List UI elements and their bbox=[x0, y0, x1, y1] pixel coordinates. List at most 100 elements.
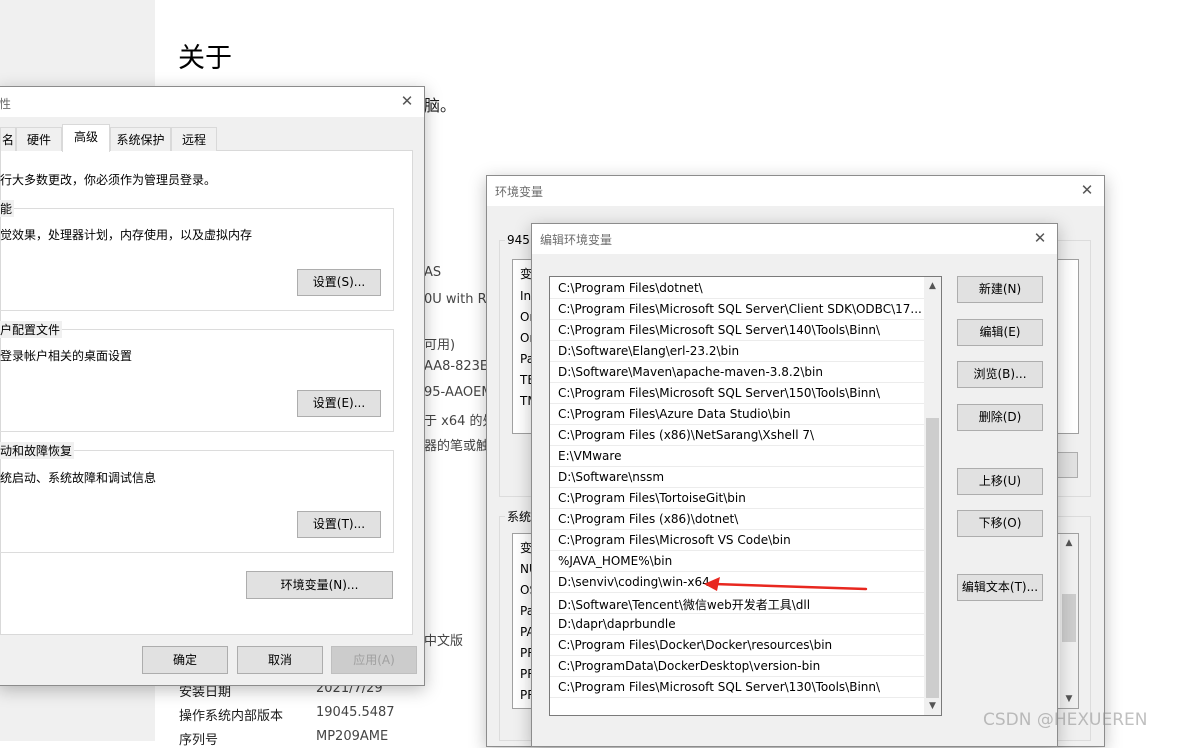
serial-label: 序列号 bbox=[179, 733, 219, 748]
os-build-value: 19045.5487 bbox=[316, 705, 395, 720]
system-variables-group-title: 系统 bbox=[505, 508, 534, 525]
path-list-item[interactable]: C:\Program Files\Azure Data Studio\bin bbox=[550, 404, 926, 425]
path-text: D:\dapr\daprbundle bbox=[558, 617, 676, 631]
path-list-item[interactable]: D:\dapr\daprbundle bbox=[550, 614, 926, 635]
scroll-down-icon[interactable]: ▼ bbox=[924, 701, 941, 711]
admin-note: 行大多数更改，你必须作为管理员登录。 bbox=[0, 173, 217, 187]
path-text: C:\Program Files\TortoiseGit\bin bbox=[558, 491, 746, 505]
spec-fragment: 器的笔或触 bbox=[424, 439, 490, 454]
spec-fragment: AA8-823E bbox=[424, 359, 489, 374]
cancel-button[interactable]: 取消 bbox=[237, 646, 323, 674]
path-list-item[interactable]: C:\Program Files\Microsoft VS Code\bin bbox=[550, 530, 926, 551]
new-button[interactable]: 新建(N) bbox=[957, 276, 1043, 303]
path-list-item[interactable]: C:\Program Files (x86)\dotnet\ bbox=[550, 509, 926, 530]
annotation-arrow-icon bbox=[704, 577, 868, 591]
tab-hardware[interactable]: 硬件 bbox=[16, 127, 62, 151]
scroll-down-icon[interactable]: ▼ bbox=[1060, 694, 1078, 704]
user-profiles-settings-button[interactable]: 设置(E)... bbox=[297, 390, 381, 417]
path-list-item[interactable]: %JAVA_HOME%\bin bbox=[550, 551, 926, 572]
performance-group-title: 能 bbox=[0, 200, 15, 217]
scroll-up-icon[interactable]: ▲ bbox=[924, 281, 941, 291]
scrollbar-thumb[interactable] bbox=[926, 418, 939, 698]
path-list-item[interactable]: C:\Program Files\Microsoft SQL Server\13… bbox=[550, 677, 926, 698]
path-text: %JAVA_HOME%\bin bbox=[558, 554, 673, 568]
path-list-item[interactable]: C:\Program Files\TortoiseGit\bin bbox=[550, 488, 926, 509]
path-text: C:\Program Files\Microsoft VS Code\bin bbox=[558, 533, 791, 547]
path-text: D:\senviv\coding\win-x64 bbox=[558, 575, 710, 589]
edit-environment-variable-titlebar: 编辑环境变量 ✕ bbox=[532, 224, 1057, 254]
list-item[interactable]: In bbox=[520, 289, 531, 303]
path-list-item[interactable]: C:\Program Files (x86)\NetSarang\Xshell … bbox=[550, 425, 926, 446]
startup-recovery-desc: 统启动、系统故障和调试信息 bbox=[0, 471, 157, 485]
spec-fragment: 可用) bbox=[424, 338, 456, 353]
environment-variables-button[interactable]: 环境变量(N)... bbox=[246, 571, 393, 599]
tab-system-protection[interactable]: 系统保护 bbox=[110, 127, 171, 151]
user-profiles-group-title: 户配置文件 bbox=[0, 321, 63, 338]
move-down-button[interactable]: 下移(O) bbox=[957, 510, 1043, 537]
path-list-item[interactable]: D:\Software\Elang\erl-23.2\bin bbox=[550, 341, 926, 362]
tab-label: 名 bbox=[1, 133, 14, 147]
environment-variables-titlebar: 环境变量 ✕ bbox=[487, 176, 1104, 206]
ok-button[interactable]: 确定 bbox=[142, 646, 228, 674]
user-profiles-desc: 登录帐户相关的桌面设置 bbox=[0, 349, 133, 363]
watermark: CSDN @HEXUEREN bbox=[983, 710, 1148, 730]
spec-fragment: 95-AAOEM bbox=[424, 385, 493, 400]
scrollbar-thumb[interactable] bbox=[1062, 594, 1076, 642]
path-list-item[interactable]: C:\Program Files\Microsoft SQL Server\14… bbox=[550, 320, 926, 341]
apply-button: 应用(A) bbox=[331, 646, 417, 674]
user-variables-group-title: 945 bbox=[505, 233, 532, 247]
annotation-arrow-line bbox=[712, 582, 868, 591]
tab-label: 高级 bbox=[73, 130, 98, 144]
user-delete-button-edge[interactable] bbox=[1057, 452, 1078, 478]
path-list-item[interactable]: E:\VMware bbox=[550, 446, 926, 467]
path-list-item[interactable]: D:\Software\Maven\apache-maven-3.8.2\bin bbox=[550, 362, 926, 383]
close-icon[interactable]: ✕ bbox=[1029, 227, 1051, 249]
performance-settings-button[interactable]: 设置(S)... bbox=[297, 269, 381, 296]
startup-recovery-settings-button[interactable]: 设置(T)... bbox=[297, 511, 381, 538]
path-text: C:\Program Files\Docker\Docker\resources… bbox=[558, 638, 833, 652]
tab-remote[interactable]: 远程 bbox=[171, 127, 217, 151]
close-icon[interactable]: ✕ bbox=[396, 90, 418, 112]
path-text: C:\Program Files\Microsoft SQL Server\14… bbox=[558, 323, 881, 337]
path-text: D:\Software\Tencent\微信web开发者工具\dll bbox=[558, 598, 811, 612]
dialog-title: 编辑环境变量 bbox=[540, 233, 613, 247]
spec-fragment: AS bbox=[424, 265, 442, 280]
browse-button[interactable]: 浏览(B)... bbox=[957, 361, 1043, 388]
path-list-item[interactable]: C:\ProgramData\DockerDesktop\version-bin bbox=[550, 656, 926, 677]
path-text: E:\VMware bbox=[558, 449, 622, 463]
edit-button[interactable]: 编辑(E) bbox=[957, 319, 1043, 346]
system-properties-titlebar: 性 ✕ bbox=[0, 87, 424, 117]
serial-value: MP209AME bbox=[316, 729, 389, 744]
move-up-button[interactable]: 上移(U) bbox=[957, 468, 1043, 495]
tab-label: 远程 bbox=[181, 133, 206, 147]
dialog-title: 性 bbox=[0, 97, 12, 111]
edit-text-button[interactable]: 编辑文本(T)... bbox=[957, 574, 1043, 601]
path-text: C:\Program Files (x86)\NetSarang\Xshell … bbox=[558, 428, 815, 442]
page-title: 关于 bbox=[178, 43, 232, 74]
path-text: D:\Software\nssm bbox=[558, 470, 665, 484]
tab-computer-name[interactable]: 名 bbox=[0, 127, 16, 151]
settings-text-fragment: 脑。 bbox=[424, 96, 457, 115]
annotation-arrow-head bbox=[704, 577, 720, 591]
path-list-item[interactable]: C:\Program Files\dotnet\ bbox=[550, 278, 926, 299]
dialog-title: 环境变量 bbox=[495, 185, 544, 199]
path-list-item[interactable]: D:\Software\nssm bbox=[550, 467, 926, 488]
path-list-item[interactable]: C:\Program Files\Microsoft SQL Server\Cl… bbox=[550, 299, 926, 320]
path-list-item[interactable]: C:\Program Files\Docker\Docker\resources… bbox=[550, 635, 926, 656]
tab-advanced[interactable]: 高级 bbox=[62, 124, 110, 152]
close-icon[interactable]: ✕ bbox=[1076, 179, 1098, 201]
os-build-label: 操作系统内部版本 bbox=[179, 709, 284, 724]
path-text: C:\Program Files (x86)\dotnet\ bbox=[558, 512, 739, 526]
path-list[interactable]: C:\Program Files\dotnet\ C:\Program Files… bbox=[549, 276, 942, 716]
path-text: C:\Program Files\Microsoft SQL Server\13… bbox=[558, 680, 881, 694]
path-text: D:\Software\Elang\erl-23.2\bin bbox=[558, 344, 740, 358]
delete-button[interactable]: 删除(D) bbox=[957, 404, 1043, 431]
scroll-up-icon[interactable]: ▲ bbox=[1060, 538, 1078, 548]
path-list-item[interactable]: C:\Program Files\Microsoft SQL Server\15… bbox=[550, 383, 926, 404]
tab-label: 系统保护 bbox=[116, 133, 165, 147]
spec-fragment: 0U with Ra bbox=[424, 292, 495, 307]
path-text: C:\Program Files\dotnet\ bbox=[558, 281, 703, 295]
tab-label: 硬件 bbox=[26, 133, 51, 147]
performance-desc: 觉效果，处理器计划，内存使用，以及虚拟内存 bbox=[0, 228, 253, 242]
path-text: C:\Program Files\Microsoft SQL Server\Cl… bbox=[558, 302, 922, 316]
